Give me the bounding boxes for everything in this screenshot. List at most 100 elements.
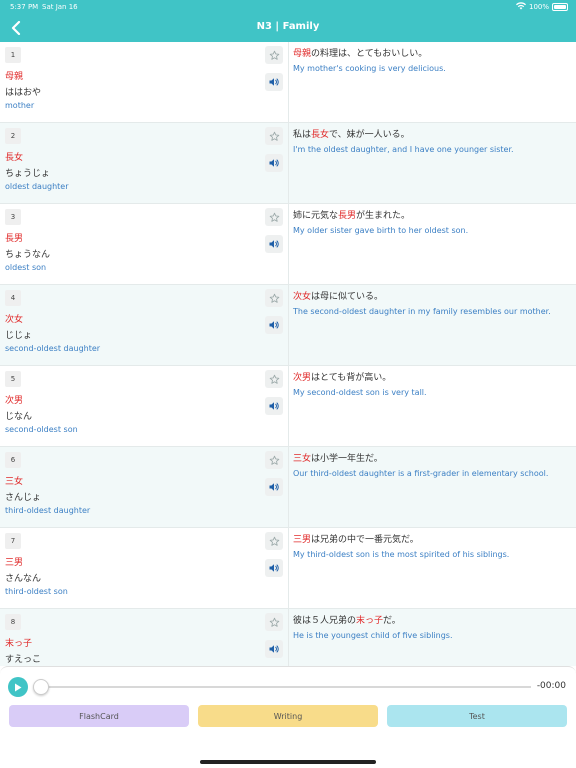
sentence-segment: 私は xyxy=(293,130,312,140)
speaker-icon xyxy=(268,559,280,578)
column-divider xyxy=(288,204,289,284)
item-number: 5 xyxy=(5,371,21,387)
word-reading: じじょ xyxy=(5,331,33,341)
column-divider xyxy=(288,609,289,666)
example-sentence: 姉に元気な長男が生まれた。 xyxy=(293,208,569,221)
word-kanji: 三男 xyxy=(5,558,24,568)
star-icon xyxy=(269,451,280,470)
progress-track[interactable] xyxy=(40,686,531,688)
star-icon xyxy=(269,208,280,227)
example-translation: He is the youngest child of five sibling… xyxy=(293,631,453,640)
favorite-button[interactable] xyxy=(265,532,283,550)
play-audio-button[interactable] xyxy=(265,640,283,658)
column-divider xyxy=(288,123,289,203)
list-item[interactable]: 6 三女 さんじょ third-oldest daughter 三女は小学一年生… xyxy=(0,447,576,528)
play-audio-button[interactable] xyxy=(265,73,283,91)
item-number: 1 xyxy=(5,47,21,63)
favorite-button[interactable] xyxy=(265,289,283,307)
example-sentence: 三女は小学一年生だ。 xyxy=(293,451,569,464)
word-reading: さんじょ xyxy=(5,493,42,503)
list-item[interactable]: 2 長女 ちょうじょ oldest daughter 私は長女で、妹が一人いる。… xyxy=(0,123,576,204)
favorite-button[interactable] xyxy=(265,613,283,631)
play-audio-button[interactable] xyxy=(265,559,283,577)
list-item[interactable]: 3 長男 ちょうなん oldest son 姉に元気な長男が生まれた。 My o… xyxy=(0,204,576,285)
star-icon xyxy=(269,370,280,389)
example-translation: My older sister gave birth to her oldest… xyxy=(293,226,469,235)
example-sentence: 母親の料理は、とてもおいしい。 xyxy=(293,46,569,59)
word-meaning: oldest son xyxy=(5,263,47,272)
example-translation: Our third-oldest daughter is a first-gra… xyxy=(293,469,549,478)
sentence-segment: の料理は、とてもおいしい。 xyxy=(311,49,428,59)
play-audio-button[interactable] xyxy=(265,154,283,172)
word-reading: ははおや xyxy=(5,88,42,98)
sentence-segment: は小学一年生だ。 xyxy=(311,454,383,464)
favorite-button[interactable] xyxy=(265,127,283,145)
star-icon xyxy=(269,289,280,308)
word-kanji: 長女 xyxy=(5,153,24,163)
column-divider xyxy=(288,447,289,527)
column-divider xyxy=(288,528,289,608)
speaker-icon xyxy=(268,235,280,254)
sentence-segment: 末っ子 xyxy=(356,616,384,626)
word-meaning: third-oldest son xyxy=(5,587,68,596)
speaker-icon xyxy=(268,640,280,659)
list-item[interactable]: 5 次男 じなん second-oldest son 次男はとても背が高い。 M… xyxy=(0,366,576,447)
favorite-button[interactable] xyxy=(265,370,283,388)
example-sentence: 彼は５人兄弟の末っ子だ。 xyxy=(293,613,569,626)
sentence-segment: 母親 xyxy=(293,49,312,59)
player-panel: -00:00 FlashCard Writing Test xyxy=(0,666,576,768)
column-divider xyxy=(288,42,289,122)
example-sentence: 次女は母に似ている。 xyxy=(293,289,569,302)
speaker-icon xyxy=(268,73,280,92)
word-kanji: 末っ子 xyxy=(5,639,33,649)
test-button[interactable]: Test xyxy=(387,705,567,727)
home-indicator xyxy=(200,760,376,764)
sentence-segment: 姉に元気な xyxy=(293,211,339,221)
sentence-segment: 長女 xyxy=(311,130,330,140)
sentence-segment: で、妹が一人いる。 xyxy=(329,130,410,140)
list-item[interactable]: 8 末っ子 すえっこ youngest child 彼は５人兄弟の末っ子だ。 H… xyxy=(0,609,576,666)
example-translation: The second-oldest daughter in my family … xyxy=(293,307,551,316)
speaker-icon xyxy=(268,154,280,173)
word-kanji: 長男 xyxy=(5,234,24,244)
speaker-icon xyxy=(268,316,280,335)
item-number: 8 xyxy=(5,614,21,630)
item-number: 3 xyxy=(5,209,21,225)
list-item[interactable]: 4 次女 じじょ second-oldest daughter 次女は母に似てい… xyxy=(0,285,576,366)
word-reading: さんなん xyxy=(5,574,42,584)
word-meaning: oldest daughter xyxy=(5,182,69,191)
play-audio-button[interactable] xyxy=(265,478,283,496)
play-audio-button[interactable] xyxy=(265,316,283,334)
sentence-segment: 三女 xyxy=(293,454,312,464)
writing-button[interactable]: Writing xyxy=(198,705,378,727)
play-audio-button[interactable] xyxy=(265,235,283,253)
list-item[interactable]: 1 母親 ははおや mother 母親の料理は、とてもおいしい。 My moth… xyxy=(0,42,576,123)
page-title: N3 | Family xyxy=(256,21,320,32)
list-item[interactable]: 7 三男 さんなん third-oldest son 三男は兄弟の中で一番元気だ… xyxy=(0,528,576,609)
flashcard-button[interactable]: FlashCard xyxy=(9,705,189,727)
item-number: 4 xyxy=(5,290,21,306)
status-date: Sat Jan 16 xyxy=(42,3,78,11)
word-meaning: third-oldest daughter xyxy=(5,506,91,515)
battery-icon xyxy=(552,3,568,11)
star-icon xyxy=(269,613,280,632)
word-kanji: 母親 xyxy=(5,72,24,82)
example-translation: My third-oldest son is the most spirited… xyxy=(293,550,510,559)
example-sentence: 次男はとても背が高い。 xyxy=(293,370,569,383)
sentence-segment: 彼は５人兄弟の xyxy=(293,616,357,626)
play-button[interactable] xyxy=(8,677,28,697)
favorite-button[interactable] xyxy=(265,208,283,226)
sentence-segment: は母に似ている。 xyxy=(311,292,384,302)
sentence-segment: だ。 xyxy=(383,616,401,626)
progress-knob[interactable] xyxy=(33,679,49,695)
favorite-button[interactable] xyxy=(265,451,283,469)
star-icon xyxy=(269,532,280,551)
favorite-button[interactable] xyxy=(265,46,283,64)
play-audio-button[interactable] xyxy=(265,397,283,415)
sentence-segment: 次男 xyxy=(293,373,312,383)
wifi-icon xyxy=(515,2,526,12)
column-divider xyxy=(288,285,289,365)
word-reading: じなん xyxy=(5,412,33,422)
sentence-segment: が生まれた。 xyxy=(356,211,411,221)
word-meaning: second-oldest son xyxy=(5,425,78,434)
